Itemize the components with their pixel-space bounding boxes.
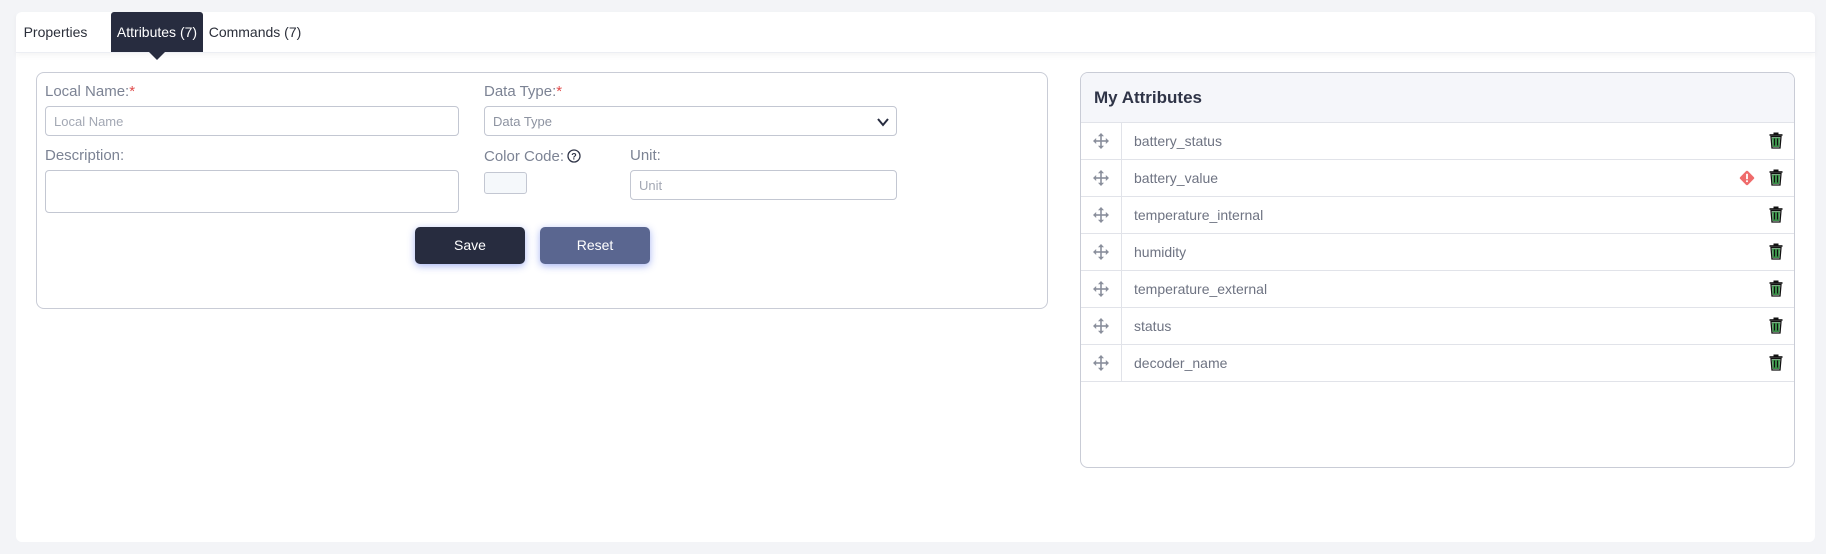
drag-handle[interactable] [1081, 308, 1122, 344]
attribute-name: status [1134, 318, 1172, 334]
move-icon [1093, 170, 1109, 186]
tab-properties[interactable]: Properties [16, 12, 95, 52]
data-type-placeholder: Data Type [493, 114, 553, 129]
color-code-label: Color Code:? [484, 148, 581, 165]
move-icon [1093, 355, 1109, 371]
attribute-row[interactable]: humidity [1081, 234, 1794, 271]
attribute-row[interactable]: battery_status [1081, 123, 1794, 160]
move-icon [1093, 281, 1109, 297]
attribute-row[interactable]: status [1081, 308, 1794, 345]
description-label: Description: [45, 147, 125, 164]
drag-handle[interactable] [1081, 271, 1122, 307]
move-icon [1093, 318, 1109, 334]
local-name-label: Local Name:* [45, 83, 136, 100]
trash-icon[interactable] [1769, 280, 1783, 297]
drag-handle[interactable] [1081, 197, 1122, 233]
move-icon [1093, 207, 1109, 223]
tab-bar: Properties Attributes (7) Commands (7) [16, 12, 1815, 60]
svg-text:?: ? [571, 152, 577, 162]
tab-commands[interactable]: Commands (7) [202, 12, 308, 52]
attribute-form: Local Name:* Data Type:* Data Type Descr… [36, 72, 1048, 309]
attribute-name: decoder_name [1134, 355, 1228, 371]
attribute-name: battery_status [1134, 133, 1222, 149]
drag-handle[interactable] [1081, 345, 1122, 381]
move-icon [1093, 133, 1109, 149]
data-type-label: Data Type:* [484, 83, 563, 100]
attribute-row[interactable]: temperature_internal [1081, 197, 1794, 234]
attribute-name: battery_value [1134, 170, 1219, 186]
color-code-picker[interactable] [484, 172, 527, 194]
reset-button[interactable]: Reset [540, 227, 650, 264]
unit-label: Unit: [630, 147, 661, 164]
unit-input[interactable] [630, 170, 897, 200]
attribute-list: battery_status battery_value temperature… [1081, 123, 1794, 382]
attribute-name: humidity [1134, 244, 1187, 260]
help-icon[interactable]: ? [567, 149, 581, 163]
description-input[interactable] [45, 170, 459, 213]
trash-icon[interactable] [1769, 317, 1783, 334]
attribute-name: temperature_internal [1134, 207, 1264, 223]
trash-icon[interactable] [1769, 354, 1783, 371]
tab-attributes[interactable]: Attributes (7) [111, 12, 203, 60]
my-attributes-title: My Attributes [1081, 73, 1794, 123]
chevron-down-icon [877, 118, 889, 127]
attribute-name: temperature_external [1134, 281, 1268, 297]
trash-icon[interactable] [1769, 206, 1783, 223]
attribute-row[interactable]: temperature_external [1081, 271, 1794, 308]
local-name-input[interactable] [45, 106, 459, 136]
trash-icon[interactable] [1769, 132, 1783, 149]
drag-handle[interactable] [1081, 123, 1122, 159]
attribute-row[interactable]: battery_value [1081, 160, 1794, 197]
my-attributes-panel: My Attributes battery_status battery_val… [1080, 72, 1795, 468]
attribute-row[interactable]: decoder_name [1081, 345, 1794, 382]
warning-icon[interactable] [1738, 169, 1756, 187]
drag-handle[interactable] [1081, 234, 1122, 270]
attribute-editor-card: Properties Attributes (7) Commands (7) L… [16, 12, 1815, 542]
trash-icon[interactable] [1769, 169, 1783, 186]
drag-handle[interactable] [1081, 160, 1122, 196]
move-icon [1093, 244, 1109, 260]
trash-icon[interactable] [1769, 243, 1783, 260]
data-type-select[interactable]: Data Type [484, 106, 897, 136]
save-button[interactable]: Save [415, 227, 525, 264]
